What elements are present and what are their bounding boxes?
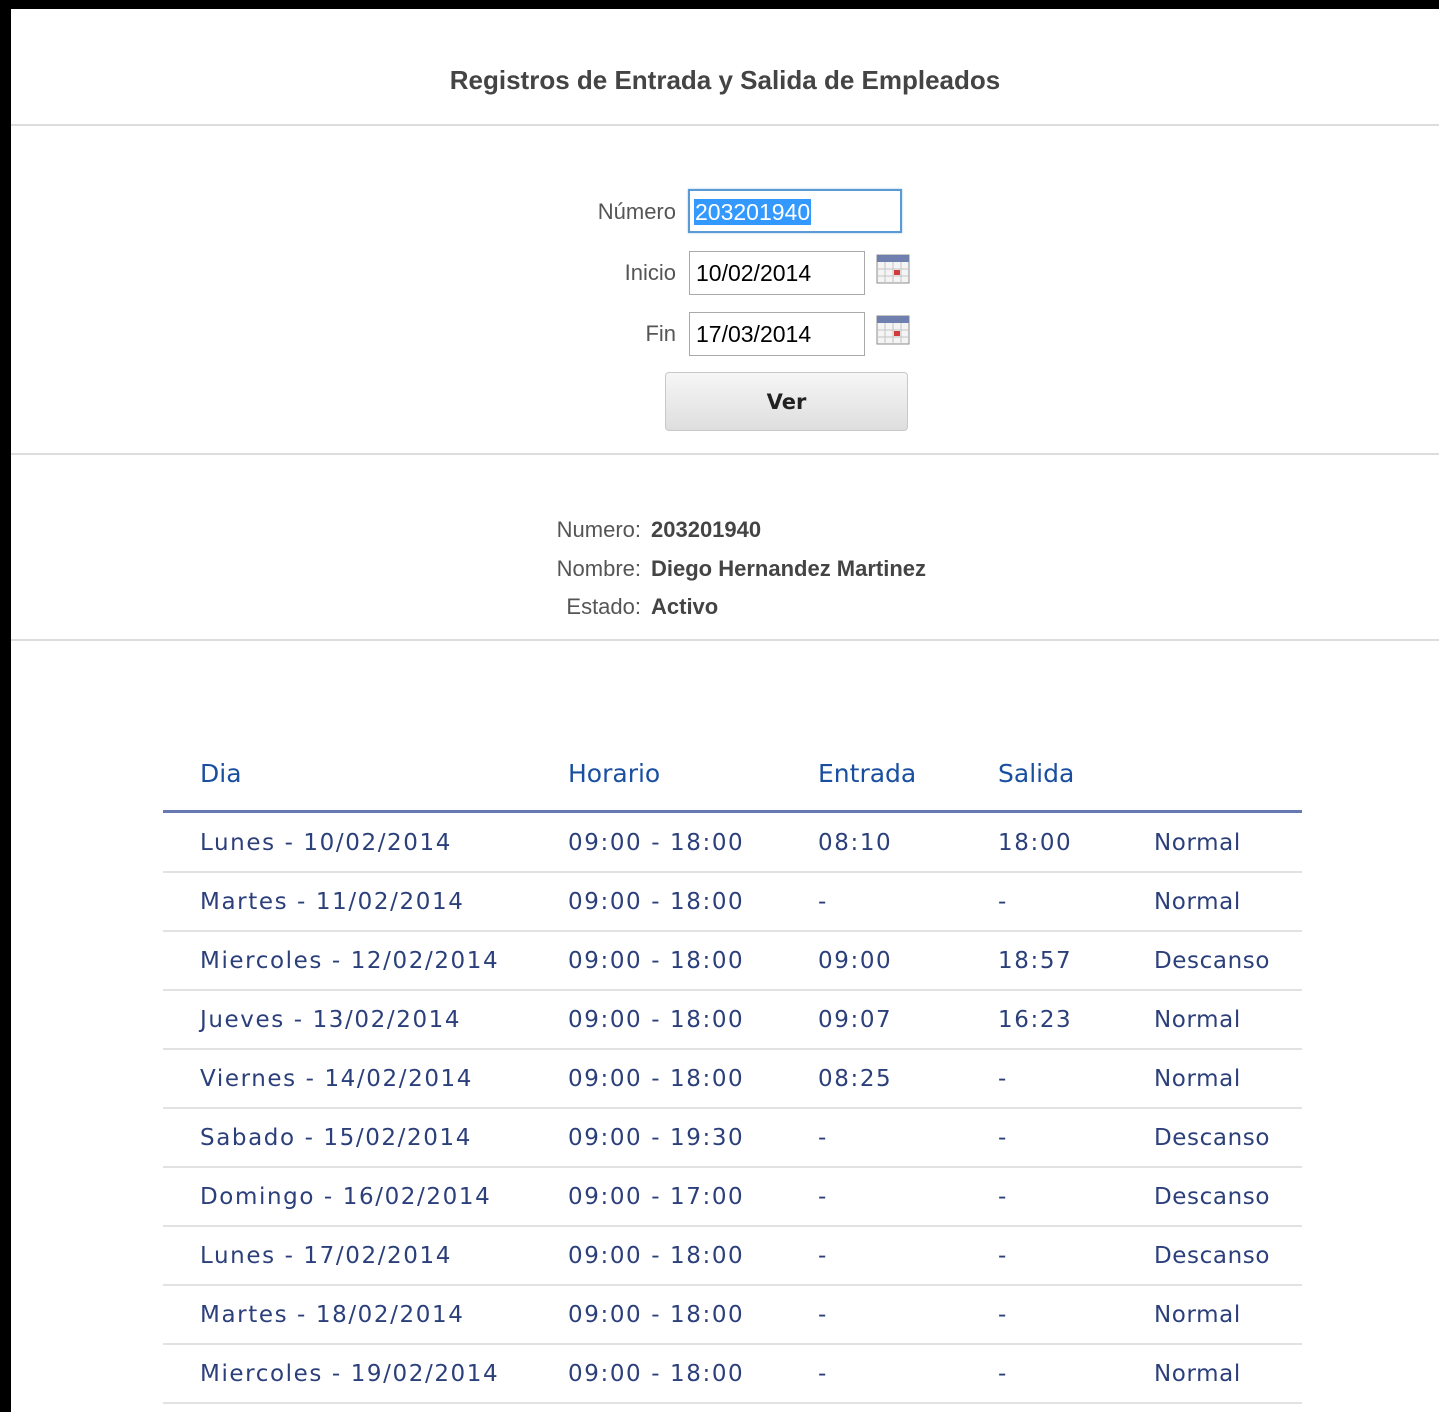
cell-entrada: -	[818, 1125, 828, 1151]
column-header-salida: Salida	[998, 759, 1075, 788]
cell-tipo: Normal	[1154, 889, 1241, 915]
fin-date-input[interactable]: 17/03/2014	[689, 312, 865, 356]
cell-dia: Viernes - 14/02/2014	[200, 1066, 474, 1092]
numero-input[interactable]: 203201940	[688, 189, 902, 233]
cell-salida: -	[998, 1184, 1008, 1210]
employee-nombre-value: Diego Hernandez Martinez	[651, 556, 927, 581]
cell-horario: 09:00 - 18:00	[568, 1302, 745, 1328]
inicio-date-input[interactable]: 10/02/2014	[689, 251, 865, 295]
cell-dia: Lunes - 17/02/2014	[200, 1243, 452, 1269]
numero-label: Número	[597, 199, 676, 224]
employee-estado-value: Activo	[651, 594, 719, 619]
table-row: Viernes - 14/02/2014 09:00 - 18:00 08:25 - N…	[163, 1050, 1302, 1109]
cell-salida: -	[998, 889, 1008, 915]
cell-dia: Lunes - 10/02/2014	[200, 830, 452, 856]
cell-horario: 09:00 - 18:00	[568, 889, 745, 915]
divider	[11, 639, 1439, 641]
cell-tipo: Normal	[1154, 1302, 1241, 1328]
table-row: Miercoles - 12/02/2014 09:00 - 18:00 09:00…	[163, 932, 1302, 991]
cell-horario: 09:00 - 18:00	[568, 1243, 745, 1269]
cell-tipo: Normal	[1154, 1007, 1241, 1033]
cell-tipo: Descanso	[1154, 1184, 1271, 1210]
window-frame-left	[0, 0, 11, 1412]
cell-horario: 09:00 - 17:00	[568, 1184, 745, 1210]
cell-dia: Martes - 11/02/2014	[200, 889, 465, 915]
ver-button-label: Ver	[766, 389, 807, 414]
cell-salida: -	[998, 1302, 1008, 1328]
table-row: Jueves - 13/02/2014 09:00 - 18:00 09:07 16:…	[163, 991, 1302, 1050]
page-title: Registros de Entrada y Salida de Emplead…	[449, 65, 1001, 95]
cell-salida: 18:00	[998, 830, 1073, 856]
table-row: Miercoles - 19/02/2014 09:00 - 18:00 - - Nor…	[163, 1345, 1302, 1404]
cell-salida: -	[998, 1243, 1008, 1269]
header-rule	[163, 810, 1302, 813]
cell-dia: Miercoles - 19/02/2014	[200, 1361, 500, 1387]
cell-entrada: -	[818, 1243, 828, 1269]
cell-salida: -	[998, 1066, 1008, 1092]
column-header-horario: Horario	[568, 759, 661, 788]
employee-numero-value: 203201940	[651, 517, 762, 542]
table-row: Sabado - 15/02/2014 09:00 - 19:30 - - Descan…	[163, 1109, 1302, 1168]
fin-label: Fin	[645, 321, 676, 346]
cell-salida: -	[998, 1125, 1008, 1151]
cell-horario: 09:00 - 18:00	[568, 1361, 745, 1387]
cell-dia: Sabado - 15/02/2014	[200, 1125, 472, 1151]
cell-dia: Jueves - 13/02/2014	[200, 1007, 462, 1033]
cell-salida: 18:57	[998, 948, 1073, 974]
cell-dia: Martes - 18/02/2014	[200, 1302, 465, 1328]
window-frame-top	[0, 0, 1439, 9]
employee-nombre-label: Nombre:	[556, 556, 641, 581]
cell-tipo: Normal	[1154, 830, 1241, 856]
cell-entrada: -	[818, 889, 828, 915]
cell-horario: 09:00 - 18:00	[568, 1007, 745, 1033]
cell-entrada: -	[818, 1184, 828, 1210]
table-row: Lunes - 10/02/2014 09:00 - 18:00 08:10 18:0…	[163, 814, 1302, 873]
column-header-entrada: Entrada	[818, 759, 917, 788]
employee-numero-label: Numero:	[556, 517, 641, 542]
table-row: Martes - 11/02/2014 09:00 - 18:00 - - Normal	[163, 873, 1302, 932]
cell-dia: Miercoles - 12/02/2014	[200, 948, 500, 974]
numero-input-value: 203201940	[694, 199, 812, 225]
cell-tipo: Descanso	[1154, 1125, 1271, 1151]
inicio-label: Inicio	[624, 260, 676, 285]
cell-horario: 09:00 - 18:00	[568, 830, 745, 856]
calendar-icon[interactable]	[876, 315, 910, 345]
cell-horario: 09:00 - 18:00	[568, 1066, 745, 1092]
divider	[11, 453, 1439, 455]
cell-entrada: -	[818, 1302, 828, 1328]
cell-entrada: 09:00	[818, 948, 893, 974]
employee-estado-label: Estado:	[566, 594, 641, 619]
cell-entrada: -	[818, 1361, 828, 1387]
cell-entrada: 09:07	[818, 1007, 893, 1033]
cell-salida: 16:23	[998, 1007, 1073, 1033]
cell-horario: 09:00 - 18:00	[568, 948, 745, 974]
cell-entrada: 08:25	[818, 1066, 893, 1092]
cell-entrada: 08:10	[818, 830, 893, 856]
calendar-icon[interactable]	[876, 254, 910, 284]
ver-button[interactable]: Ver	[665, 372, 908, 431]
table-row: Domingo - 16/02/2014 09:00 - 17:00 - - Desca…	[163, 1168, 1302, 1227]
cell-dia: Domingo - 16/02/2014	[200, 1184, 492, 1210]
table-row: Lunes - 17/02/2014 09:00 - 18:00 - - Descans…	[163, 1227, 1302, 1286]
cell-tipo: Normal	[1154, 1361, 1241, 1387]
cell-tipo: Descanso	[1154, 1243, 1271, 1269]
cell-salida: -	[998, 1361, 1008, 1387]
cell-tipo: Descanso	[1154, 948, 1271, 974]
table-row: Martes - 18/02/2014 09:00 - 18:00 - - Normal	[163, 1286, 1302, 1345]
cell-tipo: Normal	[1154, 1066, 1241, 1092]
column-header-dia: Dia	[200, 759, 242, 788]
divider	[11, 124, 1439, 126]
cell-horario: 09:00 - 19:30	[568, 1125, 745, 1151]
